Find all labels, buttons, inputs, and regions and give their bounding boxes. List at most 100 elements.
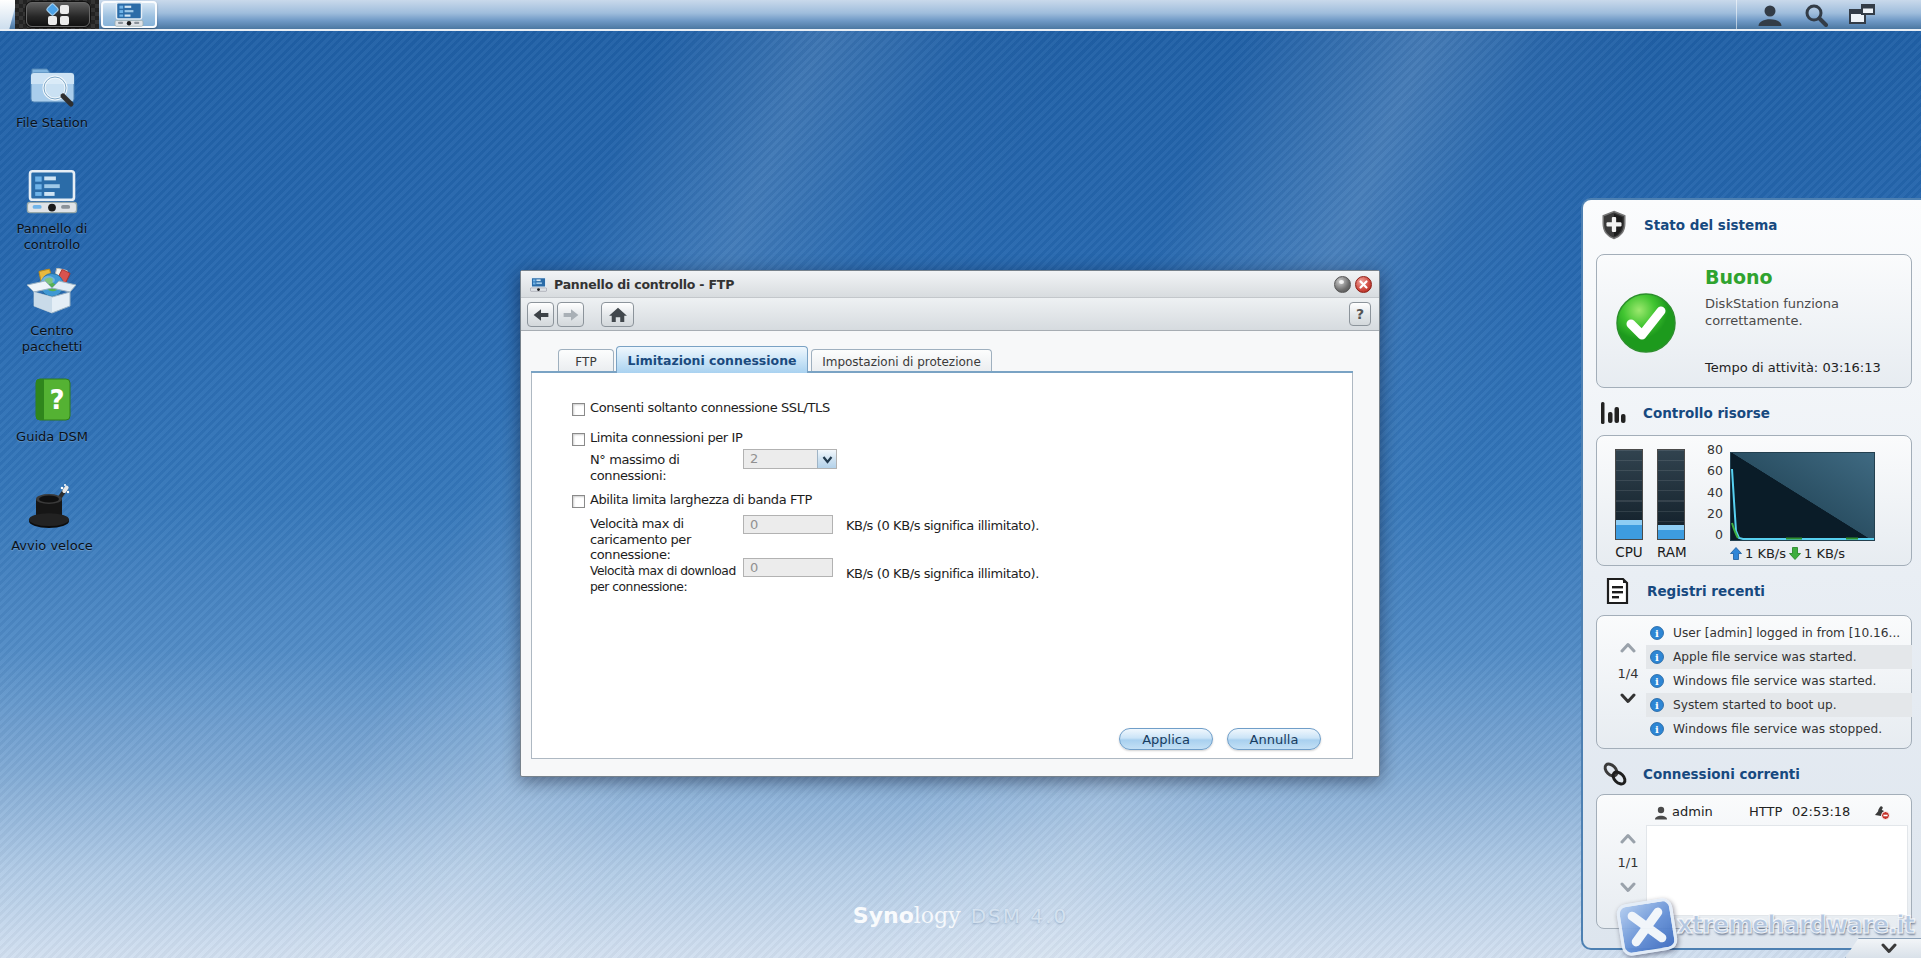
user-icon: [1654, 806, 1668, 820]
download-arrow-icon: [1789, 547, 1801, 560]
cancel-button[interactable]: Annulla: [1227, 728, 1321, 750]
network-rates: 1 KB/s 1 KB/s: [1730, 546, 1845, 561]
status-desc: DiskStation funziona correttamente.: [1705, 295, 1895, 329]
svg-text:i: i: [1655, 700, 1659, 711]
window-titlebar[interactable]: Pannello di controllo - FTP: [521, 271, 1379, 298]
desktop-icon-control-panel[interactable]: Pannello di controllo: [0, 170, 104, 253]
connections-page-indicator: 1/1: [1611, 855, 1645, 870]
svg-text:?: ?: [49, 385, 64, 415]
close-button[interactable]: [1355, 276, 1372, 293]
checkbox-bandwidth-limit[interactable]: [572, 495, 585, 508]
log-row[interactable]: i Windows file service was started.: [1646, 669, 1912, 693]
desktop-icon-dsm-help[interactable]: ? Guida DSM: [0, 378, 104, 445]
upload-max-input[interactable]: [743, 515, 833, 534]
taskbar-control-panel-button[interactable]: [101, 1, 157, 28]
desktop-icon-quick-start[interactable]: Avvio veloce: [0, 483, 104, 554]
tab-limitazioni-connessione[interactable]: Limitazioni connessione: [616, 346, 808, 373]
cpu-meter: [1615, 449, 1643, 540]
desktop-icon-file-station[interactable]: File Station: [0, 60, 104, 131]
pilot-view-button[interactable]: [1839, 3, 1885, 27]
dsm-logo: SynologyDSM 4.0: [853, 903, 1068, 928]
tab-ftp[interactable]: FTP: [558, 349, 614, 373]
desktop-icon-package-center[interactable]: Centro pacchetti: [0, 268, 104, 355]
home-button[interactable]: [601, 302, 634, 327]
label-download-max: Velocità max di download per connessione…: [590, 564, 744, 595]
user-icon: [1757, 4, 1783, 26]
connection-row[interactable]: admin HTTP 02:53:18: [1646, 800, 1908, 824]
log-row[interactable]: i Windows file service was stopped.: [1646, 717, 1912, 741]
shield-icon: [1600, 210, 1628, 240]
user-menu-button[interactable]: [1747, 3, 1793, 27]
logs-page-indicator: 1/4: [1611, 666, 1645, 681]
control-panel-ftp-window: Pannello di controllo - FTP: [520, 270, 1380, 777]
chevron-down-icon: [1620, 882, 1636, 893]
quick-start-icon: [26, 483, 78, 531]
search-icon: [1804, 3, 1828, 27]
widget-panel: Stato del sistema Buono DiskStation funz…: [1581, 198, 1921, 950]
ram-label: RAM: [1657, 544, 1685, 560]
svg-text:i: i: [1655, 628, 1659, 639]
system-status-card: Buono DiskStation funziona correttamente…: [1596, 254, 1912, 388]
checkbox-limit-ip[interactable]: [572, 433, 585, 446]
upload-arrow-icon: [1730, 547, 1742, 560]
uptime-text: Tempo di attività: 03:16:13: [1705, 360, 1881, 375]
connections-header: Connessioni correnti: [1601, 760, 1800, 788]
control-panel-icon: [530, 277, 547, 292]
logs-page-up[interactable]: [1611, 641, 1645, 656]
connections-page-down[interactable]: [1611, 881, 1645, 896]
info-icon: i: [1650, 626, 1664, 640]
minimize-button[interactable]: [1334, 276, 1351, 293]
cpu-label: CPU: [1615, 544, 1643, 560]
resource-monitor-card: CPU RAM 80 60 40 20 0 1 KB/s: [1596, 435, 1912, 566]
note-upload: KB/s (0 KB/s significa illimitato).: [846, 518, 1039, 534]
svg-text:i: i: [1655, 676, 1659, 687]
info-icon: i: [1650, 674, 1664, 688]
main-menu-button[interactable]: [26, 2, 90, 27]
package-center-icon: [26, 268, 78, 316]
recent-logs-header: Registri recenti: [1604, 577, 1765, 605]
forward-button[interactable]: [557, 302, 584, 327]
chevron-down-icon: [1881, 943, 1897, 954]
recent-logs-card: 1/4 i User [admin] logged in from [10.16…: [1596, 615, 1912, 749]
tab-impostazioni-protezione[interactable]: Impostazioni di protezione: [811, 349, 992, 373]
apply-button[interactable]: Applica: [1119, 728, 1213, 750]
network-graph: [1730, 452, 1875, 541]
taskbar-separator: [1736, 0, 1737, 29]
desktop: File Station Pannello di controllo Centr…: [0, 0, 1921, 958]
log-row[interactable]: i System started to boot up.: [1646, 693, 1912, 717]
status-ok-icon: [1615, 292, 1677, 354]
kick-connection-icon[interactable]: [1873, 805, 1890, 820]
download-max-input[interactable]: [743, 558, 833, 577]
resource-monitor-header: Controllo risorse: [1599, 400, 1770, 426]
app-grid-icon: [27, 3, 89, 26]
info-icon: i: [1650, 722, 1664, 736]
checkbox-ssl-only[interactable]: [572, 403, 585, 416]
control-panel-icon: [114, 2, 144, 27]
bar-chart-icon: [1599, 400, 1629, 426]
svg-text:i: i: [1655, 652, 1659, 663]
log-row[interactable]: i User [admin] logged in from [10.16...: [1646, 621, 1912, 645]
back-icon: [532, 307, 550, 323]
dsm-help-icon: ?: [29, 378, 75, 422]
home-icon: [608, 306, 628, 323]
label-bandwidth-limit: Abilita limita larghezza di banda FTP: [590, 492, 812, 508]
connections-page-up[interactable]: [1611, 832, 1645, 847]
back-button[interactable]: [527, 302, 554, 327]
network-graph-line: [1731, 453, 1874, 540]
label-limit-ip: Limita connessioni per IP: [590, 430, 742, 446]
forward-icon: [562, 307, 580, 323]
watermark-logo: [1615, 897, 1678, 957]
search-button[interactable]: [1793, 3, 1839, 27]
chevron-down-icon: [1620, 693, 1636, 704]
max-connections-select[interactable]: 2: [743, 449, 837, 469]
select-arrow-button[interactable]: [817, 450, 836, 468]
help-button[interactable]: ?: [1349, 302, 1371, 326]
file-station-icon: [26, 60, 78, 108]
logs-page-down[interactable]: [1611, 692, 1645, 707]
label-upload-max: Velocità max di caricamento per connessi…: [590, 516, 742, 563]
panel-collapse-handle[interactable]: [1845, 938, 1921, 958]
window-toolbar: ?: [521, 298, 1379, 331]
close-icon: [1356, 277, 1371, 292]
log-row[interactable]: i Apple file service was started.: [1646, 645, 1912, 669]
label-ssl-only: Consenti soltanto connessione SSL/TLS: [590, 400, 830, 416]
